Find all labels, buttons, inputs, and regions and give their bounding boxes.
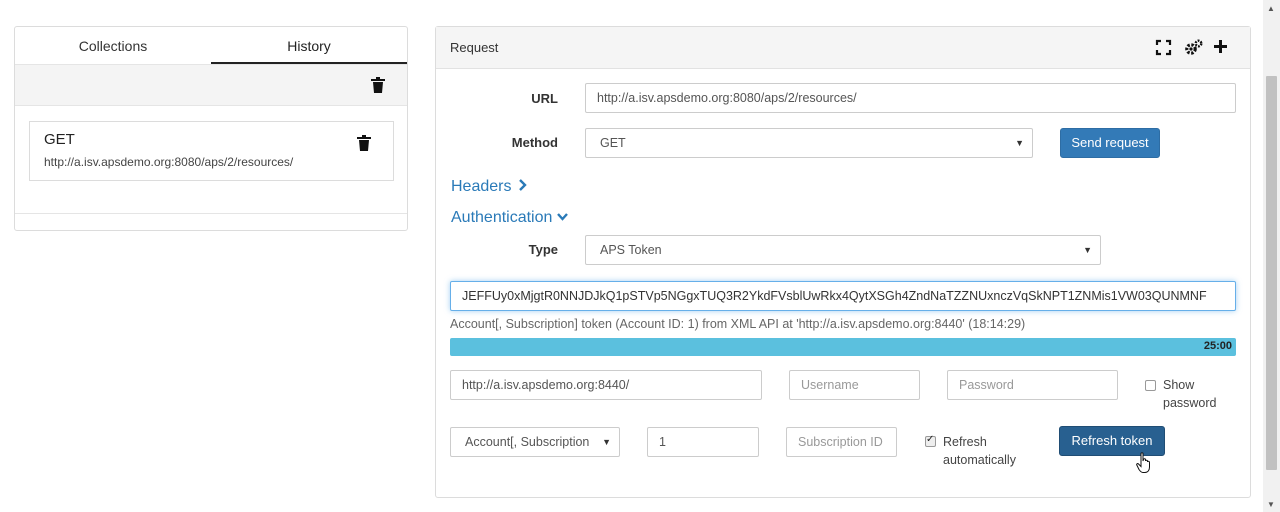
token-scope-value: Account[, Subscription <box>465 435 590 449</box>
method-select[interactable]: GET ▼ <box>585 128 1033 158</box>
subscription-id-input[interactable]: Subscription ID <box>786 427 897 457</box>
tab-history[interactable]: History <box>211 27 407 64</box>
history-toolbar <box>15 65 407 106</box>
chevron-down-icon <box>556 213 568 221</box>
history-panel: Collections History GET http://a.isv.aps… <box>14 26 408 231</box>
caret-down-icon: ▼ <box>602 437 611 447</box>
method-value: GET <box>600 136 626 150</box>
hand-cursor-icon <box>1136 452 1150 473</box>
trash-icon[interactable] <box>371 77 385 93</box>
refresh-automatically-label: Refresh automatically <box>943 435 1016 467</box>
divider <box>15 213 407 214</box>
token-expiry-progress: 25:00 <box>450 338 1236 356</box>
url-label: URL <box>531 91 558 106</box>
plus-icon[interactable] <box>1213 39 1230 56</box>
vertical-scrollbar[interactable]: ▲ ▼ <box>1263 0 1280 512</box>
history-item-method: GET <box>44 131 75 148</box>
show-password-checkbox[interactable] <box>1145 380 1156 391</box>
request-header: Request <box>436 27 1250 69</box>
headers-toggle[interactable]: Headers <box>451 178 528 196</box>
trash-icon[interactable] <box>357 135 371 151</box>
account-id-input[interactable]: 1 <box>647 427 759 457</box>
auth-type-select[interactable]: APS Token ▼ <box>585 235 1101 265</box>
url-input[interactable]: http://a.isv.apsdemo.org:8080/aps/2/reso… <box>585 83 1236 113</box>
left-tabs: Collections History <box>15 27 407 65</box>
auth-type-value: APS Token <box>600 243 662 257</box>
scroll-down-icon[interactable]: ▼ <box>1267 500 1275 509</box>
username-input[interactable]: Username <box>789 370 920 400</box>
panel-title: Request <box>450 40 499 55</box>
send-request-button[interactable]: Send request <box>1060 128 1160 158</box>
token-info: Account[, Subscription] token (Account I… <box>450 317 1026 331</box>
request-panel: Request URL http://a.isv.apsdemo.org:808… <box>435 26 1251 498</box>
authentication-label: Authentication <box>451 209 553 226</box>
token-input[interactable]: JEFFUy0xMjgtR0NNJDJkQ1pSTVp5NGgxTUQ3R2Yk… <box>450 281 1236 311</box>
password-input[interactable]: Password <box>947 370 1118 400</box>
history-item[interactable]: GET http://a.isv.apsdemo.org:8080/aps/2/… <box>29 121 394 181</box>
refresh-automatically-checkbox[interactable] <box>925 434 936 447</box>
token-scope-select[interactable]: Account[, Subscription ▼ <box>450 427 620 457</box>
endpoint-input[interactable]: http://a.isv.apsdemo.org:8440/ <box>450 370 762 400</box>
headers-label: Headers <box>451 178 512 195</box>
caret-down-icon: ▼ <box>1015 138 1024 148</box>
chevron-right-icon <box>519 179 527 191</box>
history-item-url: http://a.isv.apsdemo.org:8080/aps/2/reso… <box>44 155 294 169</box>
type-label: Type <box>528 242 558 257</box>
settings-gears-icon[interactable] <box>1184 39 1203 56</box>
scrollbar-thumb[interactable] <box>1266 76 1277 470</box>
fullscreen-icon[interactable] <box>1155 39 1172 56</box>
authentication-toggle[interactable]: Authentication <box>451 209 568 227</box>
tab-collections[interactable]: Collections <box>15 27 211 64</box>
caret-down-icon: ▼ <box>1083 245 1092 255</box>
scroll-up-icon[interactable]: ▲ <box>1267 4 1275 13</box>
token-expiry-text: 25:00 <box>1203 340 1232 352</box>
method-label: Method <box>511 135 558 150</box>
show-password-label: Show password <box>1163 378 1217 410</box>
